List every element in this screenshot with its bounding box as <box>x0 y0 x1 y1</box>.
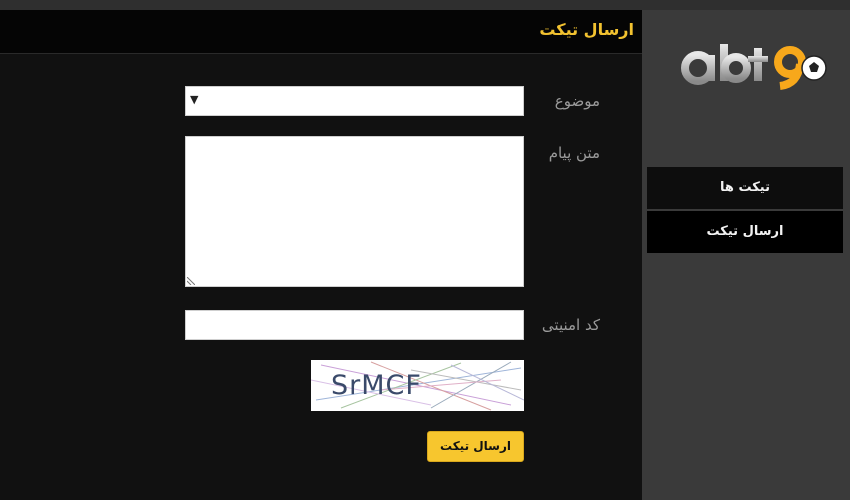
security-code-input[interactable] <box>185 310 524 340</box>
sidebar-item-send-ticket[interactable]: ارسال تیکت <box>647 211 843 255</box>
page: ارسال تیکت موضوع ▼ متن پیام کد امنیتی Sr… <box>0 0 850 500</box>
message-label: متن پیام <box>548 144 600 162</box>
captcha-image: SrMCF <box>311 360 524 411</box>
sidebar-item-tickets[interactable]: تیکت ها <box>647 167 843 211</box>
captcha-text: SrMCF <box>331 370 422 401</box>
subject-label: موضوع <box>554 92 600 110</box>
submit-ticket-button[interactable]: ارسال تیکت <box>427 431 524 462</box>
ticket-panel: ارسال تیکت موضوع ▼ متن پیام کد امنیتی Sr… <box>0 10 642 500</box>
security-code-label: کد امنیتی <box>541 316 600 334</box>
bt90-logo <box>681 44 827 90</box>
panel-header: ارسال تیکت <box>0 10 642 54</box>
message-textarea[interactable] <box>185 136 524 287</box>
sidebar-menu: تیکت ها ارسال تیکت <box>647 167 843 255</box>
subject-select[interactable]: ▼ <box>185 86 524 116</box>
panel-title: ارسال تیکت <box>539 20 634 39</box>
resize-grip-icon[interactable] <box>187 277 195 285</box>
top-bar <box>0 0 850 10</box>
chevron-down-icon: ▼ <box>190 93 199 106</box>
